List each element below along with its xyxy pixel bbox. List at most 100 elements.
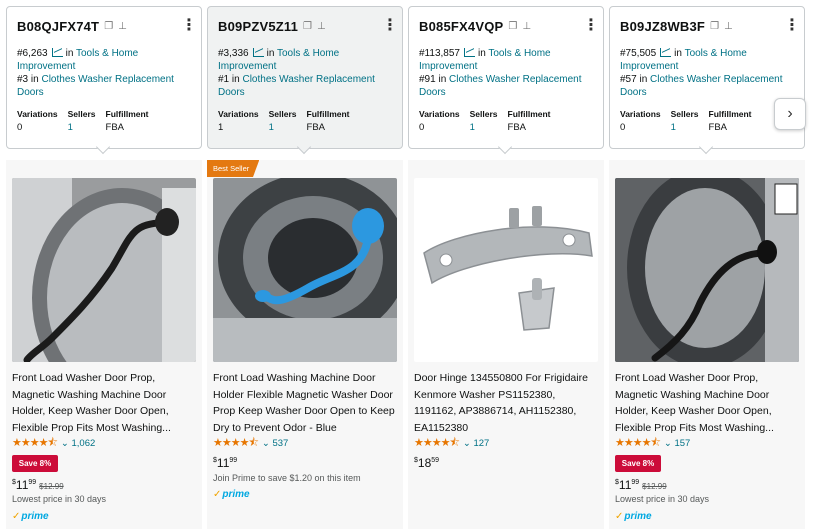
listing-stats: Variations 0 Sellers 1 Fulfillment FBA — [17, 109, 191, 133]
price-fraction: 99 — [28, 479, 37, 486]
rank-value: #113,857 — [419, 48, 460, 59]
sellers-header: Sellers — [670, 109, 699, 119]
product-image[interactable] — [414, 178, 598, 362]
pin-icon[interactable]: ⊥ — [118, 21, 127, 32]
more-vertical-icon[interactable]: ⋮ — [382, 18, 398, 34]
stars-icon: ★★★★⯪ — [213, 437, 259, 449]
trend-chart-icon[interactable] — [51, 48, 63, 57]
sellers-link[interactable]: 1 — [68, 122, 96, 133]
star-rating[interactable]: ★★★★⯪ ⌄ 157 — [615, 434, 690, 453]
copy-icon[interactable]: ❐ — [104, 21, 113, 32]
product-title[interactable]: Door Hinge 134550800 For Frigidaire Kenm… — [414, 370, 600, 436]
carousel-next-button[interactable]: › — [774, 98, 806, 130]
prime-label: prime — [21, 511, 49, 522]
product-tile[interactable]: Door Hinge 134550800 For Frigidaire Kenm… — [408, 160, 604, 529]
chevron-right-icon: › — [787, 105, 793, 122]
price[interactable]: $1199 $12.99 — [615, 478, 667, 492]
price[interactable]: $1199 $12.99 — [12, 478, 64, 492]
sales-rank: #75,505 in Tools & Home Improvement #57 i… — [620, 47, 794, 103]
sellers-link[interactable]: 1 — [671, 122, 699, 133]
trend-chart-icon[interactable] — [252, 48, 264, 57]
sellers-link[interactable]: 1 — [470, 122, 498, 133]
review-count[interactable]: ⌄ 127 — [463, 438, 489, 449]
variations-header: Variations — [17, 109, 58, 119]
rank-in-label: in — [266, 48, 275, 59]
product-image[interactable] — [213, 178, 397, 362]
pin-icon[interactable]: ⊥ — [724, 21, 733, 32]
star-rating[interactable]: ★★★★⯪ ⌄ 1,062 — [12, 434, 95, 453]
list-price: $12.99 — [39, 482, 64, 491]
rank-subcategory-link[interactable]: Clothes Washer Replacement Doors — [17, 74, 174, 98]
star-rating[interactable]: ★★★★⯪ ⌄ 537 — [213, 434, 288, 453]
copy-icon[interactable]: ❐ — [303, 21, 312, 32]
price[interactable]: $1859 — [414, 456, 439, 470]
stars-icon: ★★★★⯪ — [615, 437, 661, 449]
product-tile[interactable]: Front Load Washer Door Prop, Magnetic Wa… — [6, 160, 202, 529]
trend-chart-icon[interactable] — [660, 48, 672, 57]
check-icon: ✓ — [213, 489, 222, 500]
prime-badge: ✓prime — [213, 489, 250, 500]
variations-value: 0 — [419, 122, 425, 133]
asin-label[interactable]: B085FX4VQP — [419, 19, 503, 34]
list-price: $12.99 — [642, 482, 667, 491]
pin-icon[interactable]: ⊥ — [317, 21, 326, 32]
product-title[interactable]: Front Load Washer Door Prop, Magnetic Wa… — [615, 370, 801, 436]
product-title[interactable]: Front Load Washing Machine Door Holder F… — [213, 370, 399, 436]
more-vertical-icon[interactable]: ⋮ — [583, 18, 599, 34]
rank-sub-value: #1 — [218, 74, 230, 85]
trend-chart-icon[interactable] — [463, 48, 475, 57]
stars-icon: ★★★★⯪ — [12, 437, 58, 449]
save-badge: Save 8% — [615, 455, 661, 472]
copy-icon[interactable]: ❐ — [710, 21, 719, 32]
product-tile[interactable]: Best Seller Front Load Washing Machine D… — [207, 160, 403, 529]
check-icon: ✓ — [615, 511, 624, 522]
product-info-card: B08QJFX74T ❐ ⊥ ⋮ #6,263 in Tools & Home I… — [6, 6, 202, 149]
listing-stats: Variations 0 Sellers 1 Fulfillment FBA — [620, 109, 794, 133]
rank-subcategory-link[interactable]: Clothes Washer Replacement Doors — [218, 74, 375, 98]
asin-label[interactable]: B09JZ8WB3F — [620, 19, 705, 34]
product-title[interactable]: Front Load Washer Door Prop, Magnetic Wa… — [12, 370, 198, 436]
fulfillment-header: Fulfillment — [507, 109, 551, 119]
sellers-header: Sellers — [268, 109, 297, 119]
rank-value: #75,505 — [620, 48, 657, 59]
product-info-card: B085FX4VQP ❐ ⊥ ⋮ #113,857 in Tools & Home… — [408, 6, 604, 149]
fulfillment-value: FBA — [306, 122, 326, 133]
product-image[interactable] — [12, 178, 196, 362]
price-whole: 11 — [216, 456, 230, 470]
fulfillment-value: FBA — [105, 122, 125, 133]
more-vertical-icon[interactable]: ⋮ — [784, 18, 800, 34]
sellers-link[interactable]: 1 — [269, 122, 297, 133]
review-count-value: 157 — [674, 438, 691, 449]
product-tile[interactable]: Front Load Washer Door Prop, Magnetic Wa… — [609, 160, 805, 529]
sales-rank: #113,857 in Tools & Home Improvement #91 … — [419, 47, 593, 103]
star-rating[interactable]: ★★★★⯪ ⌄ 127 — [414, 434, 489, 453]
price[interactable]: $1199 — [213, 456, 237, 470]
variations-value: 0 — [620, 122, 626, 133]
rank-in-label: in — [65, 48, 74, 59]
rank-value: #6,263 — [17, 48, 48, 59]
review-count[interactable]: ⌄ 537 — [262, 438, 288, 449]
review-count-value: 127 — [473, 438, 490, 449]
asin-label[interactable]: B08QJFX74T — [17, 19, 99, 34]
review-count[interactable]: ⌄ 1,062 — [61, 438, 95, 449]
product-column: B08QJFX74T ❐ ⊥ ⋮ #6,263 in Tools & Home I… — [6, 0, 202, 529]
review-count[interactable]: ⌄ 157 — [664, 438, 690, 449]
price-fraction: 59 — [431, 457, 440, 464]
sellers-header: Sellers — [469, 109, 498, 119]
price-fraction: 99 — [229, 457, 238, 464]
asin-label[interactable]: B09PZV5Z11 — [218, 19, 298, 34]
pin-icon[interactable]: ⊥ — [522, 21, 531, 32]
review-count-value: 1,062 — [71, 438, 96, 449]
rank-in-label: in — [639, 74, 648, 85]
copy-icon[interactable]: ❐ — [508, 21, 517, 32]
product-image[interactable] — [615, 178, 799, 362]
rank-value: #3,336 — [218, 48, 249, 59]
fulfillment-header: Fulfillment — [105, 109, 149, 119]
product-column: B085FX4VQP ❐ ⊥ ⋮ #113,857 in Tools & Home… — [408, 0, 604, 529]
variations-header: Variations — [218, 109, 259, 119]
more-vertical-icon[interactable]: ⋮ — [181, 18, 197, 34]
prime-badge: ✓prime — [615, 511, 652, 522]
variations-header: Variations — [419, 109, 460, 119]
sales-rank: #6,263 in Tools & Home Improvement #3 in … — [17, 47, 191, 103]
save-badge: Save 8% — [12, 455, 58, 472]
